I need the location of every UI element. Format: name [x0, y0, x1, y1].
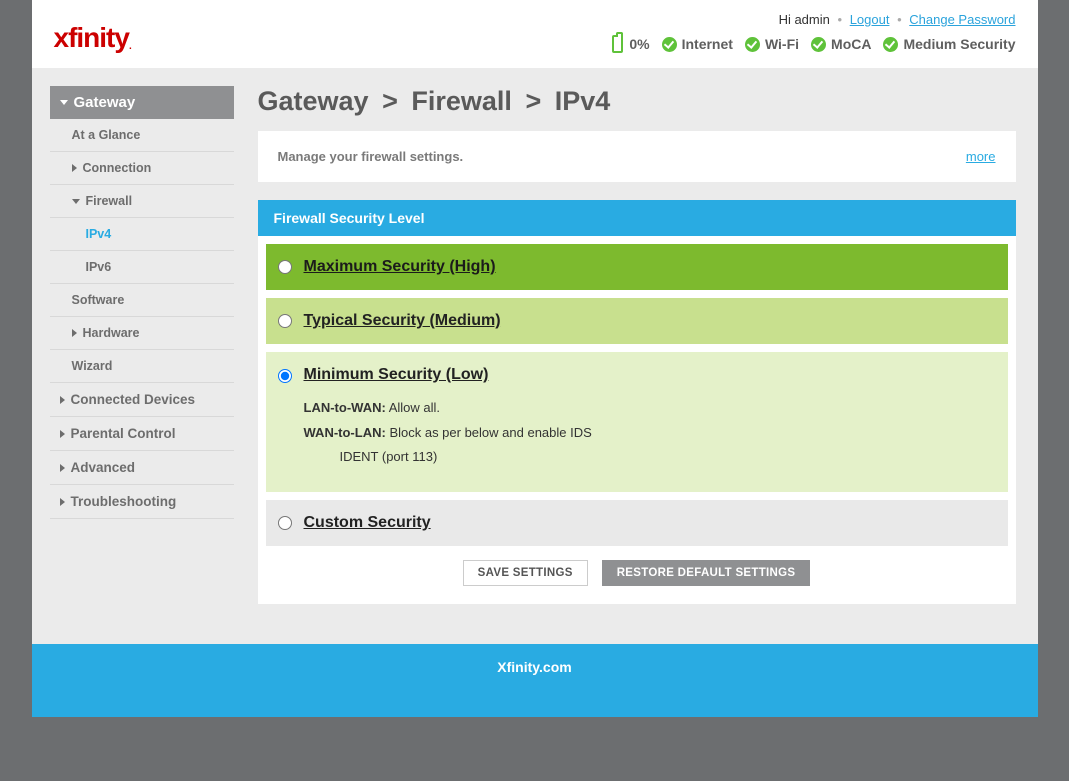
option-label[interactable]: Minimum Security (Low): [304, 366, 489, 384]
sidebar-item-wizard[interactable]: Wizard: [50, 350, 234, 382]
check-icon: [811, 37, 826, 52]
sidebar-item-troubleshooting[interactable]: Troubleshooting: [50, 485, 234, 518]
header: xfinity. Hi admin • Logout • Change Pass…: [32, 0, 1038, 68]
option-maximum-security[interactable]: Maximum Security (High): [266, 244, 1008, 290]
sidebar-label: Firewall: [86, 194, 133, 208]
chevron-right-icon: [72, 164, 77, 172]
sidebar-item-software[interactable]: Software: [50, 284, 234, 316]
sidebar-label: Connected Devices: [71, 392, 196, 407]
chevron-right-icon: [60, 498, 65, 506]
sidebar-item-parental-control[interactable]: Parental Control: [50, 417, 234, 450]
check-icon: [745, 37, 760, 52]
detail-value: Block as per below and enable IDS: [389, 425, 591, 440]
breadcrumb: Gateway > Firewall > IPv4: [258, 86, 1016, 117]
chevron-right-icon: [60, 396, 65, 404]
detail-key: WAN-to-LAN:: [304, 425, 386, 440]
radio-minimum[interactable]: [278, 369, 292, 383]
radio-maximum[interactable]: [278, 260, 292, 274]
sidebar-label: Hardware: [83, 326, 140, 340]
detail-ident: IDENT (port 113): [304, 445, 592, 470]
sidebar-item-connection[interactable]: Connection: [50, 152, 234, 184]
logout-link[interactable]: Logout: [850, 12, 890, 27]
check-icon: [662, 37, 677, 52]
option-label[interactable]: Typical Security (Medium): [304, 312, 501, 330]
main-content: Gateway > Firewall > IPv4 Manage your fi…: [252, 86, 1038, 604]
breadcrumb-sep: >: [376, 86, 404, 116]
chevron-right-icon: [60, 430, 65, 438]
sidebar-label: Parental Control: [71, 426, 176, 441]
sidebar-item-ipv4[interactable]: IPv4: [50, 218, 234, 250]
sidebar-label: At a Glance: [72, 128, 141, 142]
status-label: MoCA: [831, 36, 871, 52]
status-label: Medium Security: [903, 36, 1015, 52]
brand-logo: xfinity.: [54, 12, 131, 54]
breadcrumb-sep: >: [519, 86, 547, 116]
radio-custom[interactable]: [278, 516, 292, 530]
sidebar-label: Wizard: [72, 359, 113, 373]
sidebar-item-connected-devices[interactable]: Connected Devices: [50, 383, 234, 416]
sidebar-item-at-a-glance[interactable]: At a Glance: [50, 119, 234, 151]
intro-text: Manage your firewall settings.: [278, 149, 464, 164]
sidebar-label: Gateway: [74, 94, 136, 111]
footer: Xfinity.com: [32, 644, 1038, 717]
firewall-panel: Firewall Security Level Maximum Security…: [258, 200, 1016, 604]
chevron-right-icon: [72, 329, 77, 337]
chevron-down-icon: [72, 199, 80, 204]
chevron-down-icon: [60, 100, 68, 105]
status-moca: MoCA: [811, 36, 871, 52]
brand-trail: .: [129, 41, 131, 52]
sidebar-label: Software: [72, 293, 125, 307]
option-details: LAN-to-WAN: Allow all. WAN-to-LAN: Block…: [304, 396, 592, 470]
option-custom-security[interactable]: Custom Security: [266, 500, 1008, 546]
separator: •: [834, 12, 847, 27]
header-right: Hi admin • Logout • Change Password 0% I…: [612, 12, 1015, 53]
intro-box: Manage your firewall settings. more: [258, 131, 1016, 182]
more-link[interactable]: more: [966, 149, 996, 164]
option-typical-security[interactable]: Typical Security (Medium): [266, 298, 1008, 344]
restore-default-button[interactable]: RESTORE DEFAULT SETTINGS: [602, 560, 811, 586]
button-row: SAVE SETTINGS RESTORE DEFAULT SETTINGS: [258, 560, 1016, 586]
sidebar: Gateway At a Glance Connection Firewall …: [32, 86, 252, 604]
status-security: Medium Security: [883, 36, 1015, 52]
sidebar-label: Advanced: [71, 460, 136, 475]
status-label: Internet: [682, 36, 733, 52]
breadcrumb-part: Firewall: [411, 86, 512, 116]
sidebar-label: Troubleshooting: [71, 494, 177, 509]
sidebar-label: IPv6: [86, 260, 112, 274]
breadcrumb-part: IPv4: [555, 86, 611, 116]
separator: •: [893, 12, 906, 27]
sidebar-label: Connection: [83, 161, 152, 175]
battery-status: 0%: [612, 35, 649, 53]
check-icon: [883, 37, 898, 52]
option-label[interactable]: Maximum Security (High): [304, 258, 496, 276]
footer-link[interactable]: Xfinity.com: [497, 659, 571, 675]
save-settings-button[interactable]: SAVE SETTINGS: [463, 560, 588, 586]
sidebar-item-advanced[interactable]: Advanced: [50, 451, 234, 484]
radio-typical[interactable]: [278, 314, 292, 328]
status-label: Wi-Fi: [765, 36, 799, 52]
username: admin: [794, 12, 829, 27]
brand-text: xfinity: [54, 22, 129, 53]
sidebar-item-firewall[interactable]: Firewall: [50, 185, 234, 217]
greeting-prefix: Hi: [779, 12, 795, 27]
battery-icon: [612, 35, 623, 53]
battery-pct: 0%: [629, 36, 649, 52]
sidebar-item-gateway[interactable]: Gateway: [50, 86, 234, 119]
status-internet: Internet: [662, 36, 733, 52]
sidebar-item-ipv6[interactable]: IPv6: [50, 251, 234, 283]
chevron-right-icon: [60, 464, 65, 472]
sidebar-item-hardware[interactable]: Hardware: [50, 317, 234, 349]
detail-key: LAN-to-WAN:: [304, 400, 386, 415]
option-minimum-security[interactable]: Minimum Security (Low) LAN-to-WAN: Allow…: [266, 352, 1008, 492]
sidebar-label: IPv4: [86, 227, 112, 241]
detail-value: Allow all.: [389, 400, 440, 415]
change-password-link[interactable]: Change Password: [909, 12, 1015, 27]
breadcrumb-part: Gateway: [258, 86, 369, 116]
status-row: 0% Internet Wi-Fi MoCA Medium Security: [612, 35, 1015, 53]
panel-title: Firewall Security Level: [258, 200, 1016, 236]
status-wifi: Wi-Fi: [745, 36, 799, 52]
option-label[interactable]: Custom Security: [304, 514, 431, 532]
